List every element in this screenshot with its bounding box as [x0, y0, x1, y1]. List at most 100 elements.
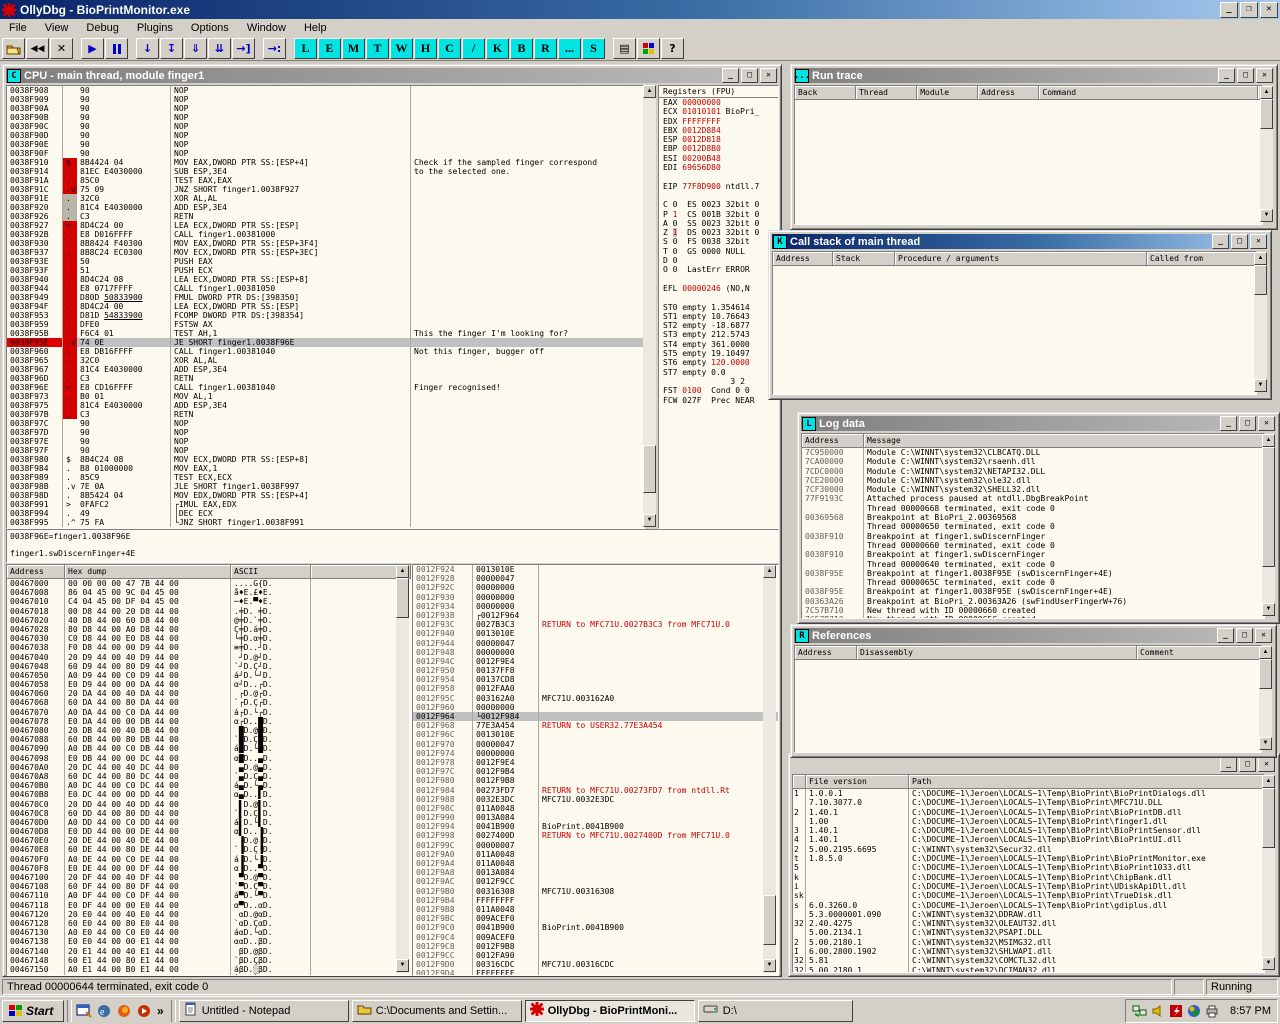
modules-header-blank[interactable] — [793, 775, 806, 788]
run-trace-scrollbar[interactable]: ▲▼ — [1260, 86, 1273, 222]
stack-row[interactable]: 0012F98400273FD7RETURN to MFC71U.00273FD… — [413, 786, 778, 795]
register-row[interactable]: ST2 empty -18.6877 — [663, 321, 778, 330]
dump-row[interactable]: 0046702040 D8 44 00 60 D8 44 00@╪D.`╪D. — [7, 616, 411, 625]
module-row[interactable]: 7.10.3077.0C:\DOCUME~1\Jeroen\LOCALS~1\T… — [793, 798, 1264, 807]
disasm-row[interactable]: 0038F975.81C4 E4030000ADD ESP,3E4 — [7, 401, 644, 410]
dump-row[interactable]: 00467058E0 D9 44 00 00 DA 44 00α┘D..┌D. — [7, 680, 411, 689]
registers-pane[interactable]: Registers (FPU) EAX 00000000ECX 01010101… — [658, 85, 779, 529]
stack-row[interactable]: 0012F9880032E3DCMFC71U.0032E3DC — [413, 795, 778, 804]
stack-row[interactable]: 0012F9980027400DRETURN to MFC71U.0027400… — [413, 831, 778, 840]
call-stack-titlebar[interactable]: K Call stack of main thread _ □ ✕ — [772, 234, 1268, 249]
module-row[interactable]: 5C:\DOCUME~1\Jeroen\LOCALS~1\Temp\BioPri… — [793, 863, 1264, 872]
disasm-row[interactable]: 0038F991>0FAFC2┌IMUL EAX,EDX — [7, 500, 644, 509]
breakpoints-list-button[interactable]: ▤ — [613, 38, 636, 59]
dump-row[interactable]: 0046704860 D9 44 00 80 D9 44 00`┘D.Ç┘D. — [7, 662, 411, 671]
disasm-row[interactable]: 0038F949.D80D 50833900FMUL DWORD PTR DS:… — [7, 293, 644, 302]
references-scrollbar[interactable]: ▲▼ — [1259, 646, 1272, 750]
stack-row[interactable]: 0012F92800000047 — [413, 574, 778, 583]
references-header-address[interactable]: Address — [795, 646, 857, 659]
window-s-button[interactable]: S — [582, 38, 605, 59]
log-row[interactable]: 0038F95EBreakpoint at finger1.0038F95E (… — [802, 587, 1264, 596]
module-row[interactable]: 25.00.2180.1C:\WINNT\system32\MSIMG32.dl… — [793, 938, 1264, 947]
register-row[interactable]: ST6 empty 120.0000 — [663, 358, 778, 367]
dump-row[interactable]: 004670B0A0 DC 44 00 C0 DC 44 00á▄D.└▄D. — [7, 781, 411, 790]
stack-row[interactable]: 0012F9800012F9B8 — [413, 776, 778, 785]
disasm-row[interactable]: 0038F90C90NOP — [7, 122, 644, 131]
disasm-row[interactable]: 0038F90D90NOP — [7, 131, 644, 140]
disasm-row[interactable]: 0038F92B.E8 D016FFFFCALL finger1.0038100… — [7, 230, 644, 239]
stack-row[interactable]: 0012F9CC0012FA90 — [413, 951, 778, 960]
show-desktop-quick-launch-icon[interactable] — [75, 1002, 93, 1020]
stack-row[interactable]: 0012F95C003162A0MFC71U.003162A0 — [413, 694, 778, 703]
log-row[interactable]: 7CF30000Module C:\WINNT\system32\SHELL32… — [802, 485, 1264, 494]
call-stack-header-called-from[interactable]: Called from — [1147, 252, 1256, 265]
appearance-button[interactable] — [637, 38, 660, 59]
dump-row[interactable]: 00467110A0 DF 44 00 C0 DF 44 00á▀D.└▀D. — [7, 891, 411, 900]
module-row[interactable]: s6.0.3260.0C:\DOCUME~1\Jeroen\LOCALS~1\T… — [793, 901, 1264, 910]
stack-row[interactable]: 0012F97400000000 — [413, 749, 778, 758]
dump-row[interactable]: 00467150A0 E1 44 00 B0 E1 44 00áβD.░βD. — [7, 965, 411, 974]
log-row[interactable]: 7CA00000Module C:\WINNT\system32\rsaenh.… — [802, 457, 1264, 466]
disasm-row[interactable]: 0038F953.D81D 54833900FCOMP DWORD PTR DS… — [7, 311, 644, 320]
register-row[interactable]: D 0 — [663, 256, 778, 265]
stack-row[interactable]: 0012F96000000000 — [413, 703, 778, 712]
disasm-row[interactable]: 0038F90A90NOP — [7, 104, 644, 113]
disasm-row[interactable]: 0038F910$8B4424 04MOV EAX,DWORD PTR SS:[… — [7, 158, 644, 167]
run-trace-maximize-button[interactable]: □ — [1237, 68, 1254, 83]
register-row[interactable]: ST7 empty 0.0 — [663, 368, 778, 377]
run-trace-header-module[interactable]: Module — [917, 86, 978, 99]
log-header-address[interactable]: Address — [802, 434, 864, 447]
register-row[interactable]: C 0 ES 0023 32bit 0 — [663, 200, 778, 209]
stack-row[interactable]: 0012F94C0012F9E4 — [413, 657, 778, 666]
menu-item-window[interactable]: Window — [238, 20, 295, 36]
stack-row[interactable]: 0012F95000137FF8 — [413, 666, 778, 675]
dump-row[interactable]: 00467010C4 04 45 00 DF 04 45 00─♦E.▀♦E. — [7, 597, 411, 606]
stack-row[interactable]: 0012F9AC0012F9CC — [413, 877, 778, 886]
module-row[interactable]: skC:\DOCUME~1\Jeroen\LOCALS~1\Temp\BioPr… — [793, 891, 1264, 900]
stack-row[interactable]: 0012F964└0012F984 — [413, 712, 778, 721]
register-row[interactable]: EBP 0012D8B0 — [663, 144, 778, 153]
call-stack-maximize-button[interactable]: □ — [1231, 234, 1248, 249]
references-titlebar[interactable]: R References _ □ ✕ — [794, 628, 1273, 643]
stack-row[interactable]: 0012F9240013010E — [413, 565, 778, 574]
dump-row[interactable]: 0046700886 04 45 00 9C 04 45 00å♦E.£♦E. — [7, 588, 411, 597]
network-icon[interactable] — [1132, 1003, 1147, 1018]
register-row[interactable]: S 0 FS 0038 32bit — [663, 237, 778, 246]
window-k-button[interactable]: K — [486, 38, 509, 59]
dump-row[interactable]: 004670F0A0 DE 44 00 C0 DE 44 00á▐D.└▐D. — [7, 855, 411, 864]
register-row[interactable]: EFL 00000246 (NO,N — [663, 284, 778, 293]
stack-row[interactable]: 0012F9D000316CDCMFC71U.00316CDC — [413, 960, 778, 969]
animate-into-button[interactable]: ⇓ — [184, 38, 207, 59]
log-data-maximize-button[interactable]: □ — [1239, 416, 1256, 431]
stack-row[interactable]: 0012F94800000000 — [413, 648, 778, 657]
register-row[interactable]: FST 0100 Cond 0 0 — [663, 386, 778, 395]
references-header-comment[interactable]: Comment — [1137, 646, 1261, 659]
start-button[interactable]: Start — [2, 1000, 64, 1022]
register-row[interactable] — [663, 275, 778, 284]
stack-row[interactable]: 0012F93000000000 — [413, 593, 778, 602]
disasm-row[interactable]: 0038F90990NOP — [7, 95, 644, 104]
animate-over-button[interactable]: ⇊ — [208, 38, 231, 59]
log-header-message[interactable]: Message — [864, 434, 1264, 447]
disasm-row[interactable]: 0038F97D90NOP — [7, 428, 644, 437]
dump-row[interactable]: 00467078E0 DA 44 00 00 DB 44 00α┌D..█D. — [7, 717, 411, 726]
log-row[interactable]: 0038F910Breakpoint at finger1.swDiscernF… — [802, 532, 1264, 541]
disasm-row[interactable]: 0038F995.^75 FA└JNZ SHORT finger1.0038F9… — [7, 518, 644, 527]
stack-row[interactable]: 0012F98C011A0048 — [413, 804, 778, 813]
disasm-row[interactable]: 0038F98B.v7E 0AJLE SHORT finger1.0038F99… — [7, 482, 644, 491]
dump-row[interactable]: 0046700000 00 00 00 47 7B 44 00....G{D. — [7, 579, 411, 588]
window-...-button[interactable]: ... — [558, 38, 581, 59]
disasm-row[interactable]: 0038F944.E8 0717FFFFCALL finger1.0038105… — [7, 284, 644, 293]
disasm-row[interactable]: 0038F95B.F6C4 01TEST AH,1This the finger… — [7, 329, 644, 338]
register-row[interactable]: ST4 empty 361.0000 — [663, 340, 778, 349]
dump-row[interactable]: 004670A860 DC 44 00 80 DC 44 00`▄D.Ç▄D. — [7, 772, 411, 781]
stack-row[interactable]: 0012F96C0013010E — [413, 730, 778, 739]
log-row[interactable]: 7C57B710New thread with ID 0000065C crea… — [802, 615, 1264, 619]
stack-row[interactable]: 0012F9940041B900BioPrint.0041B900 — [413, 822, 778, 831]
dump-row[interactable]: 00467130A0 E0 44 00 C0 E0 44 00áαD.└αD. — [7, 928, 411, 937]
window-b-button[interactable]: B — [510, 38, 533, 59]
stack-row[interactable]: 0012F9B4FFFFFFFF — [413, 896, 778, 905]
dump-row[interactable]: 0046702880 D8 44 00 A0 D8 44 00Ç╪D.á╪D. — [7, 625, 411, 634]
disasm-row[interactable]: 0038F94F.8D4C24 00LEA ECX,DWORD PTR SS:[… — [7, 302, 644, 311]
window-c-button[interactable]: C — [438, 38, 461, 59]
